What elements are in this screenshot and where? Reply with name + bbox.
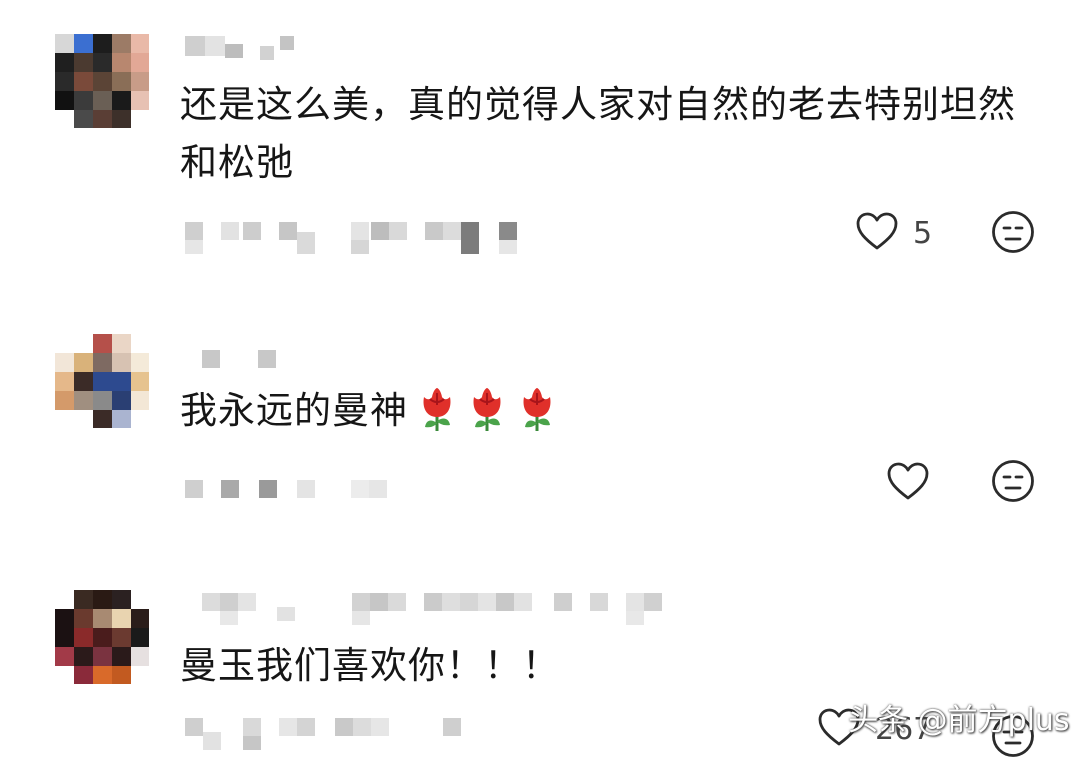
neutral-face-icon	[991, 715, 1035, 762]
neutral-face-icon	[991, 460, 1035, 507]
neutral-face-icon	[991, 211, 1035, 258]
avatar[interactable]	[55, 590, 149, 684]
comment-actions: 5	[855, 208, 932, 258]
rose-icon	[416, 385, 458, 433]
rose-icon	[516, 385, 558, 433]
avatar[interactable]	[55, 34, 149, 128]
like-count: 5	[913, 215, 933, 251]
like-button[interactable]: 5	[855, 211, 932, 255]
heart-icon	[886, 461, 930, 505]
dislike-button[interactable]	[991, 210, 1035, 258]
avatar[interactable]	[55, 334, 149, 428]
comment-text: 曼玉我们喜欢你！！！	[180, 644, 560, 687]
comment-text: 还是这么美，真的觉得人家对自然的老去特别坦然和松弛	[180, 83, 1016, 184]
like-button[interactable]	[886, 461, 944, 505]
comment-actions	[886, 458, 944, 508]
comment-text: 我永远的曼神	[180, 382, 1030, 440]
heart-icon	[855, 211, 899, 255]
comment-text-label: 我永远的曼神	[180, 389, 408, 432]
rose-icon	[466, 385, 508, 433]
watermark: 头条 @前方plus	[848, 703, 1070, 738]
dislike-button[interactable]	[991, 459, 1035, 507]
